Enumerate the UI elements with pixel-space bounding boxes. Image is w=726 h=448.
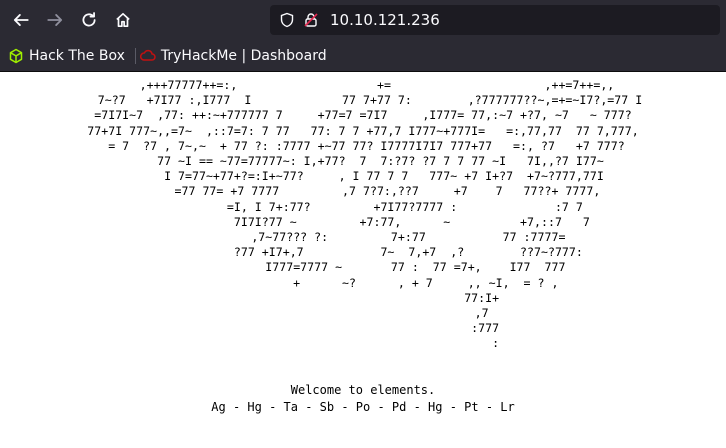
tracking-shield-icon[interactable] <box>278 11 296 29</box>
arrow-right-icon <box>47 14 63 26</box>
bookmark-tryhackme[interactable]: TryHackMe | Dashboard <box>139 47 327 64</box>
insecure-lock-icon[interactable] <box>302 11 320 29</box>
reload-icon <box>82 12 96 27</box>
welcome-text: Welcome to elements. <box>290 383 436 397</box>
back-button[interactable] <box>6 5 36 35</box>
bookmark-separator <box>134 47 136 64</box>
home-button[interactable] <box>108 5 138 35</box>
browser-chrome: 10.10.121.236 Hack The Box TryHackMe | D… <box>0 0 726 72</box>
bookmark-hack-the-box[interactable]: Hack The Box <box>8 48 125 64</box>
bookmarks-toolbar: Hack The Box TryHackMe | Dashboard <box>0 40 726 72</box>
elements-list: Ag - Hg - Ta - Sb - Po - Pd - Hg - Pt - … <box>211 400 515 414</box>
navigation-toolbar: 10.10.121.236 <box>0 0 726 40</box>
page-content: ,+++77777++=:, += ,++=7++=,, 7~?7 +7I77 … <box>0 72 726 447</box>
url-text[interactable]: 10.10.121.236 <box>330 11 440 29</box>
home-icon <box>116 12 130 28</box>
forward-button[interactable] <box>40 5 70 35</box>
arrow-left-icon <box>13 14 29 26</box>
reload-button[interactable] <box>74 5 104 35</box>
hackthebox-cube-icon <box>9 48 23 63</box>
address-bar[interactable]: 10.10.121.236 <box>270 5 720 35</box>
tryhackme-cloud-icon <box>139 49 156 61</box>
ascii-art: ,+++77777++=:, += ,++=7++=,, 7~?7 +7I77 … <box>87 78 643 351</box>
bookmark-label: Hack The Box <box>29 47 125 64</box>
bookmark-label: TryHackMe | Dashboard <box>160 47 327 64</box>
